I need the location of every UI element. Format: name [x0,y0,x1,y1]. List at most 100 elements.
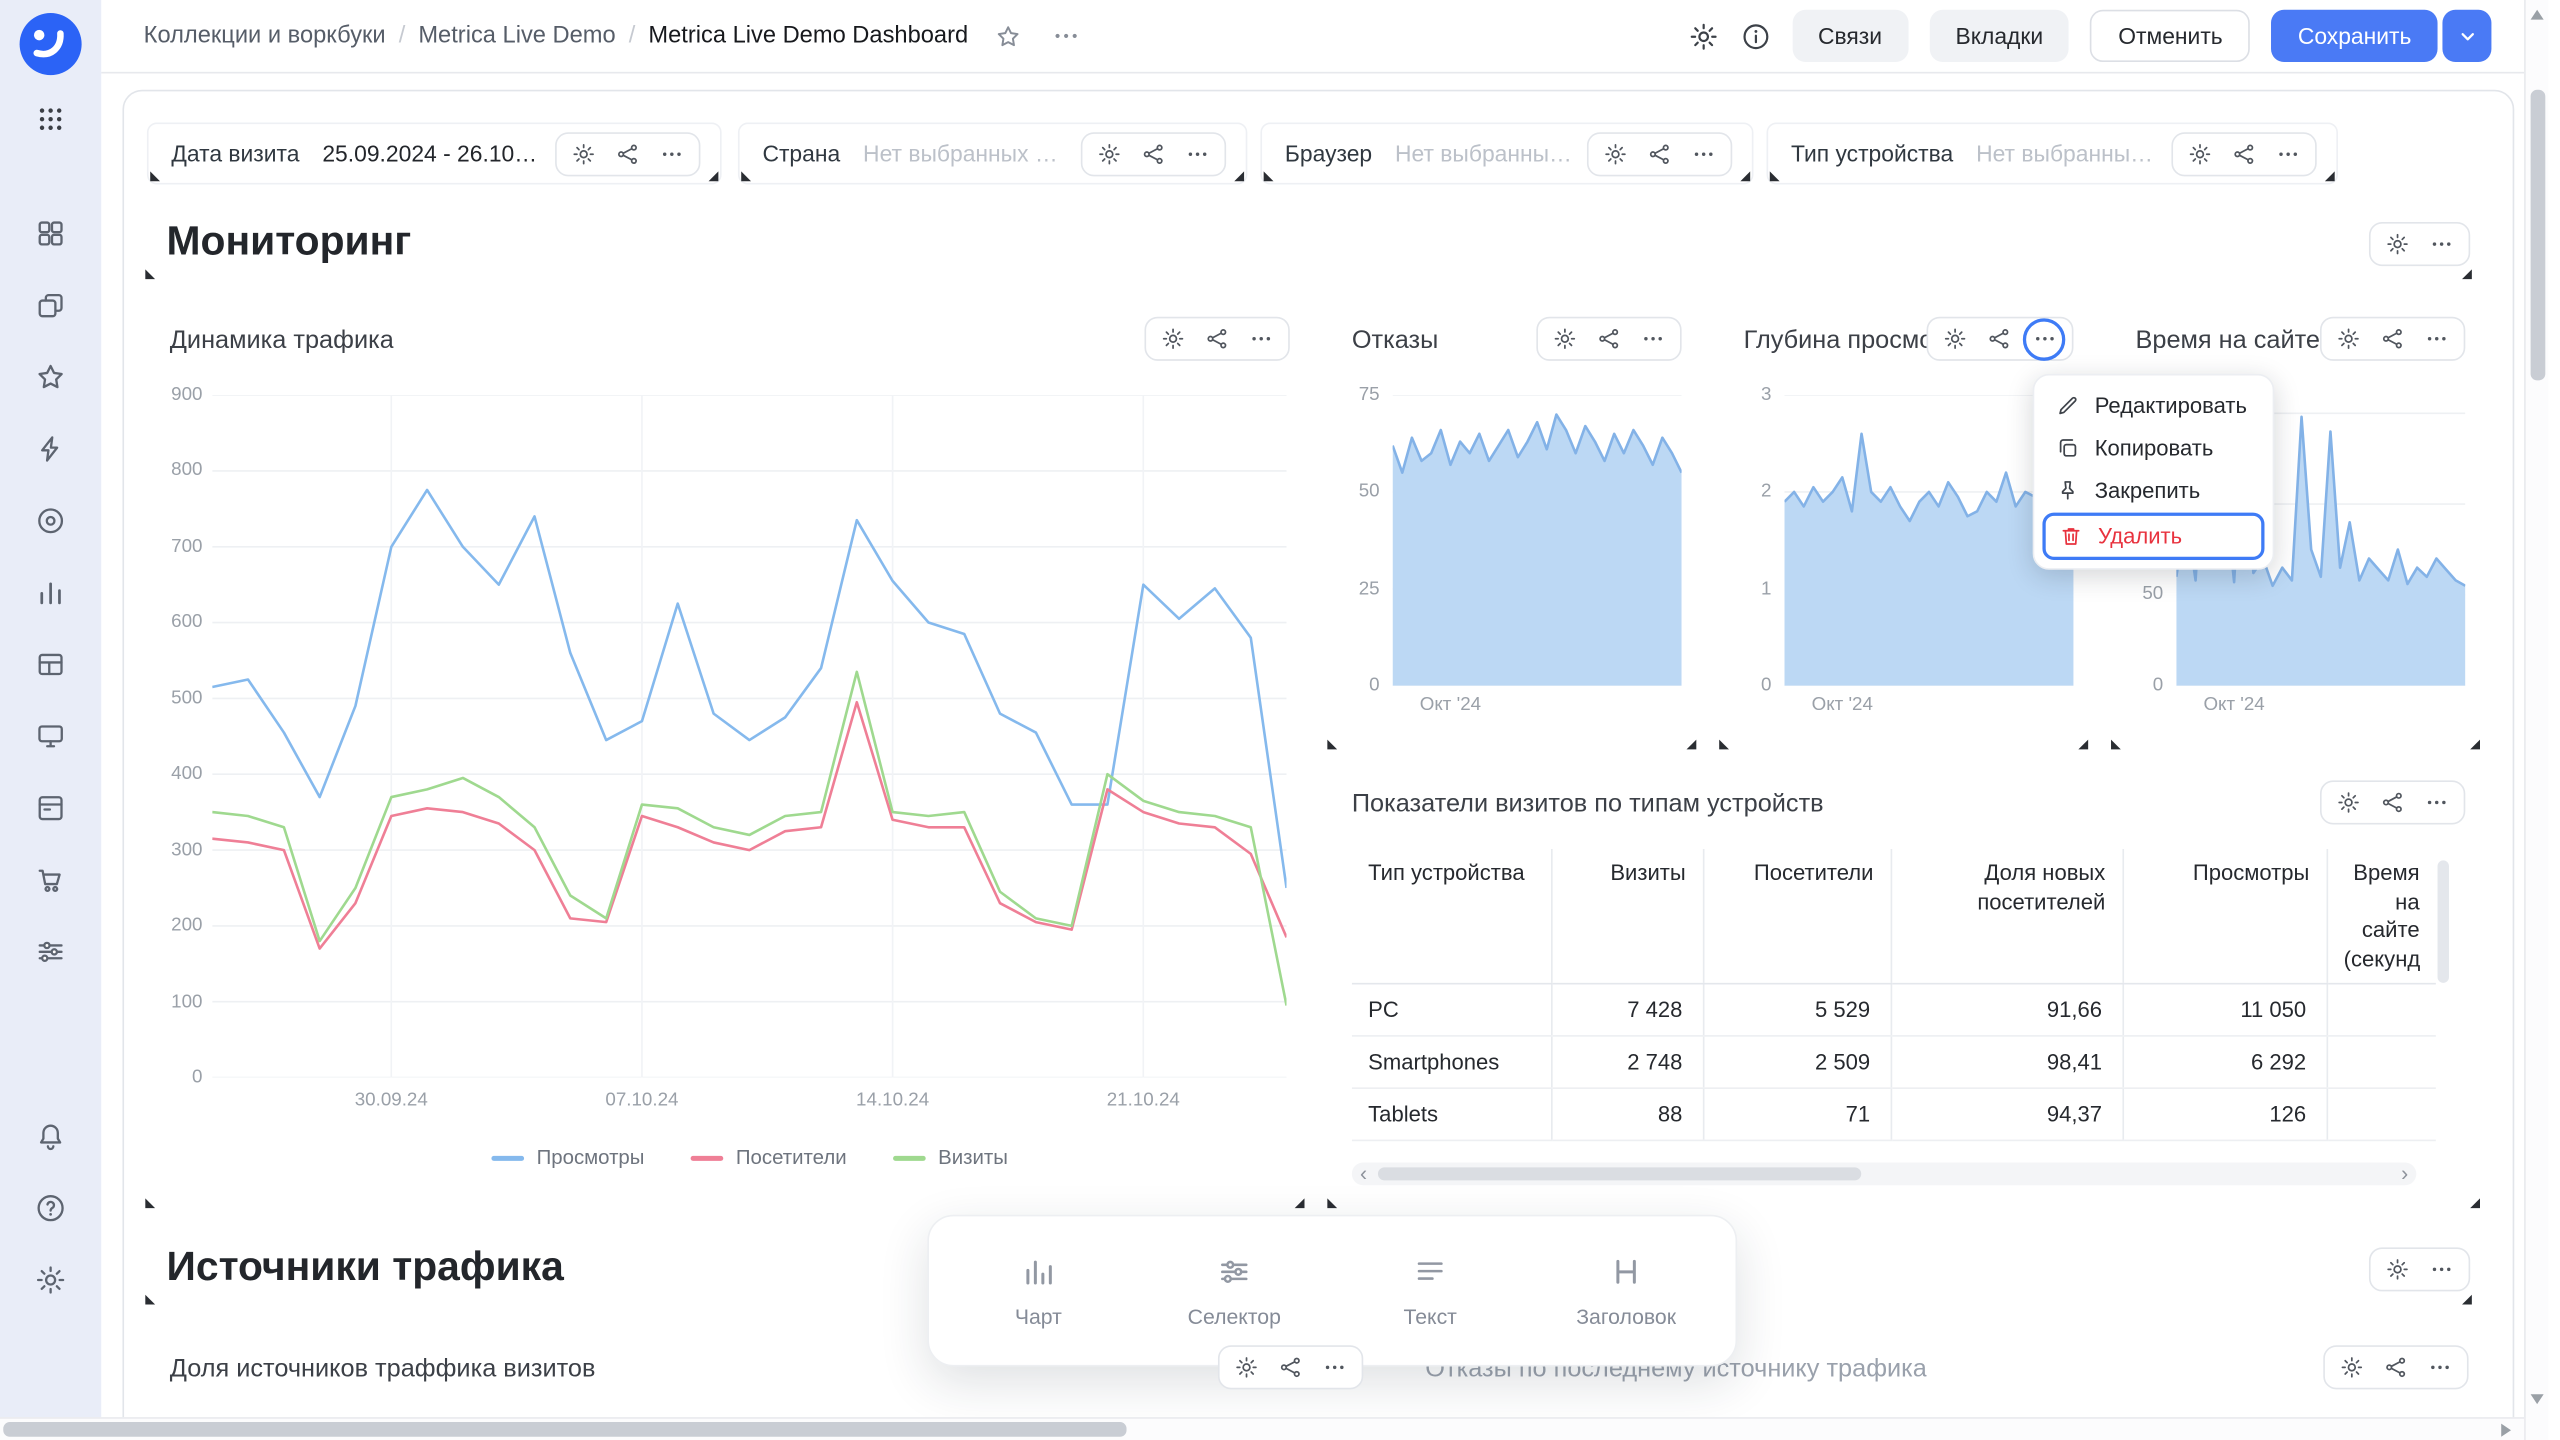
widget-links-button[interactable] [2371,782,2415,823]
breadcrumb-workbook[interactable]: Metrica Live Demo [418,23,615,49]
resize-handle[interactable] [2470,1198,2480,1208]
vertical-scrollbar[interactable] [2524,0,2548,1440]
resize-handle[interactable] [1327,740,1337,750]
widget-links-button[interactable] [1638,134,1682,175]
widget-settings-button[interactable] [2376,224,2420,265]
resize-handle[interactable] [1687,740,1697,750]
widget-more-button[interactable] [2415,782,2459,823]
dashboard-settings-gear-icon[interactable] [1687,20,1718,51]
sidebar-item-dashboards[interactable] [34,217,67,250]
widget-more-button[interactable] [2415,318,2459,359]
horizontal-scrollbar[interactable] [0,1417,2524,1440]
resize-handle[interactable] [2462,1295,2472,1305]
widget-more-button[interactable] [2420,224,2464,265]
resize-handle[interactable] [1264,171,1274,181]
add-chart-button[interactable]: Чарт [988,1253,1089,1328]
widget-settings-button[interactable] [2330,1347,2374,1388]
sidebar-item-monitoring[interactable] [34,720,67,753]
vertical-scrollbar-thumb[interactable] [2531,90,2546,381]
widget-more-button[interactable] [1239,318,1283,359]
datalens-logo[interactable] [18,11,83,76]
resize-handle[interactable] [2470,740,2480,750]
sidebar-settings-icon[interactable] [34,1264,67,1297]
widget-more-button-active[interactable] [2023,318,2065,360]
widget-settings-button[interactable] [1087,134,1131,175]
sidebar-item-quick-actions[interactable] [34,433,67,466]
traffic-chart-plot[interactable] [212,395,1286,1077]
widget-links-button[interactable] [1269,1347,1313,1388]
column-header[interactable]: Визиты [1551,849,1703,984]
widget-settings-button[interactable] [1151,318,1195,359]
add-heading-button[interactable]: Заголовок [1576,1253,1677,1328]
widget-more-button[interactable] [1176,134,1220,175]
column-header[interactable]: Время на сайте (секунд [2327,849,2436,984]
depth-chart-plot[interactable] [1784,395,2073,686]
resize-handle[interactable] [1719,740,1729,750]
add-selector-button[interactable]: Селектор [1184,1253,1285,1328]
resize-handle[interactable] [1234,171,1244,181]
resize-handle[interactable] [1740,171,1750,181]
breadcrumb-more-icon[interactable] [1051,21,1080,50]
menu-item-delete[interactable]: Удалить [2042,513,2264,560]
widget-links-button[interactable] [1977,318,2021,359]
widget-more-button[interactable] [2266,134,2310,175]
horizontal-scrollbar-thumb[interactable] [3,1422,1126,1437]
widget-links-button[interactable] [2222,134,2266,175]
filter-placeholder[interactable]: Нет выбранных значений [863,140,1066,166]
resize-handle[interactable] [145,1295,155,1305]
menu-item-copy[interactable]: Копировать [2042,426,2264,468]
resize-handle[interactable] [150,171,160,181]
sidebar-item-services[interactable] [34,936,67,969]
resize-handle[interactable] [1295,1198,1305,1208]
resize-handle[interactable] [709,171,719,181]
legend-item-visits[interactable]: Визиты [892,1146,1008,1169]
table-horizontal-scrollbar-thumb[interactable] [1378,1167,1861,1180]
sidebar-item-collections[interactable] [34,289,67,322]
filter-placeholder[interactable]: Нет выбранных значений [1976,140,2157,166]
menu-item-pin[interactable]: Закрепить [2042,469,2264,511]
widget-settings-button[interactable] [1543,318,1587,359]
scroll-left-icon[interactable]: ‹ [1360,1162,1367,1183]
connections-button[interactable]: Связи [1792,10,1908,62]
notifications-bell-icon[interactable] [34,1120,67,1153]
widget-settings-button[interactable] [1593,134,1637,175]
scroll-down-icon[interactable] [2531,1394,2544,1404]
bounce-chart-plot[interactable] [1393,395,1682,686]
resize-handle[interactable] [2462,269,2472,279]
widget-more-button[interactable] [1682,134,1726,175]
widget-links-button[interactable] [2371,318,2415,359]
widget-more-button[interactable] [1631,318,1675,359]
widget-settings-button[interactable] [1933,318,1977,359]
column-header[interactable]: Посетители [1703,849,1891,984]
widget-settings-button[interactable] [2376,1249,2420,1290]
widget-settings-button[interactable] [2327,782,2371,823]
scroll-right-icon[interactable] [2501,1424,2511,1437]
widget-links-button[interactable] [1131,134,1175,175]
widget-more-button[interactable] [2418,1347,2462,1388]
widget-links-button[interactable] [1587,318,1631,359]
sidebar-item-storage[interactable] [34,792,67,825]
widget-settings-button[interactable] [2327,318,2371,359]
info-icon[interactable] [1740,20,1771,51]
widget-more-button[interactable] [1313,1347,1357,1388]
widget-links-button[interactable] [606,134,650,175]
resize-handle[interactable] [2325,171,2335,181]
widget-links-button[interactable] [2374,1347,2418,1388]
scroll-up-icon[interactable] [2531,10,2544,20]
widget-settings-button[interactable] [1224,1347,1268,1388]
sidebar-item-marketplace[interactable] [34,864,67,897]
save-options-button[interactable] [2442,10,2491,62]
save-button[interactable]: Сохранить [2272,10,2438,62]
widget-settings-button[interactable] [2178,134,2222,175]
table-horizontal-scrollbar[interactable]: ‹ › [1352,1162,2416,1185]
widget-links-button[interactable] [1195,318,1239,359]
sidebar-item-charts[interactable] [34,576,67,609]
resize-handle[interactable] [741,171,751,181]
column-header[interactable]: Тип устройства [1352,849,1551,984]
resize-handle[interactable] [1770,171,1780,181]
resize-handle[interactable] [2078,740,2088,750]
favorite-star-icon[interactable] [994,22,1022,50]
legend-item-views[interactable]: Просмотры [491,1146,645,1169]
filter-placeholder[interactable]: Нет выбранных значений [1395,140,1572,166]
column-header[interactable]: Просмотры [2122,849,2326,984]
